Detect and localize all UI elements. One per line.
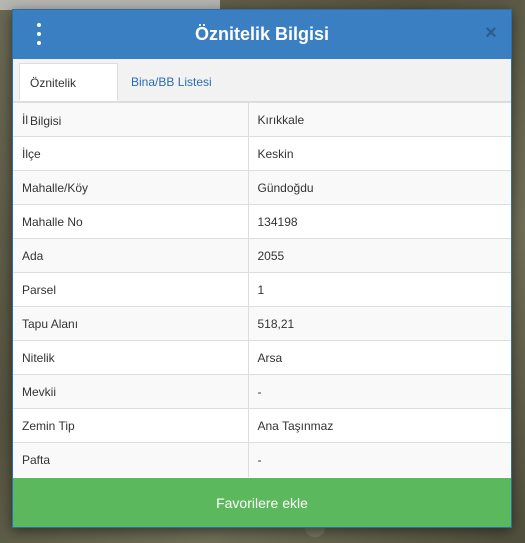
table-row: Pafta - <box>13 442 511 477</box>
attribute-dialog: Öznitelik Bilgisi × Öznitelik Bilgisi Bi… <box>12 9 512 528</box>
row-value: Gündoğdu <box>248 170 511 205</box>
close-icon[interactable]: × <box>481 23 501 43</box>
dialog-header: Öznitelik Bilgisi × <box>13 10 511 59</box>
row-value: 2055 <box>248 238 511 273</box>
row-value: - <box>248 442 511 477</box>
table-row: İl Kırıkkale <box>13 102 511 137</box>
row-key: Nitelik <box>13 340 249 375</box>
row-key: Mahalle No <box>13 204 249 239</box>
table-row: Mahalle/Köy Gündoğdu <box>13 170 511 205</box>
row-key: Tapu Alanı <box>13 306 249 341</box>
tab-building-list[interactable]: Bina/BB Listesi <box>121 63 222 101</box>
row-value: 518,21 <box>248 306 511 341</box>
row-value: Arsa <box>248 340 511 375</box>
row-key: Ada <box>13 238 249 273</box>
table-row: Tapu Alanı 518,21 <box>13 306 511 341</box>
table-row: Ada 2055 <box>13 238 511 273</box>
table-row: Parsel 1 <box>13 272 511 307</box>
row-value: 134198 <box>248 204 511 239</box>
table-row: Zemin Tip Ana Taşınmaz <box>13 408 511 443</box>
row-key: Parsel <box>13 272 249 307</box>
row-key: Mevkii <box>13 374 249 409</box>
tab-attribute-info[interactable]: Öznitelik Bilgisi <box>19 63 118 128</box>
row-key: Zemin Tip <box>13 408 249 443</box>
row-key: İlçe <box>13 136 249 171</box>
row-key: Mahalle/Köy <box>13 170 249 205</box>
row-value: Keskin <box>248 136 511 171</box>
row-value: Ana Taşınmaz <box>248 408 511 443</box>
row-value: Kırıkkale <box>248 102 511 137</box>
table-row: Nitelik Arsa <box>13 340 511 375</box>
tab-bar: Öznitelik Bilgisi Bina/BB Listesi <box>13 59 511 128</box>
table-row: Mahalle No 134198 <box>13 204 511 239</box>
add-to-favorites-button[interactable]: Favorilere ekle <box>13 478 511 527</box>
row-value: - <box>248 374 511 409</box>
dialog-title: Öznitelik Bilgisi <box>194 24 330 44</box>
attribute-table: İl Kırıkkale İlçe Keskin Mahalle/Köy Gün… <box>13 102 511 477</box>
row-key: Pafta <box>13 442 249 477</box>
table-row: Mevkii - <box>13 374 511 409</box>
row-value: 1 <box>248 272 511 307</box>
table-row: İlçe Keskin <box>13 136 511 171</box>
